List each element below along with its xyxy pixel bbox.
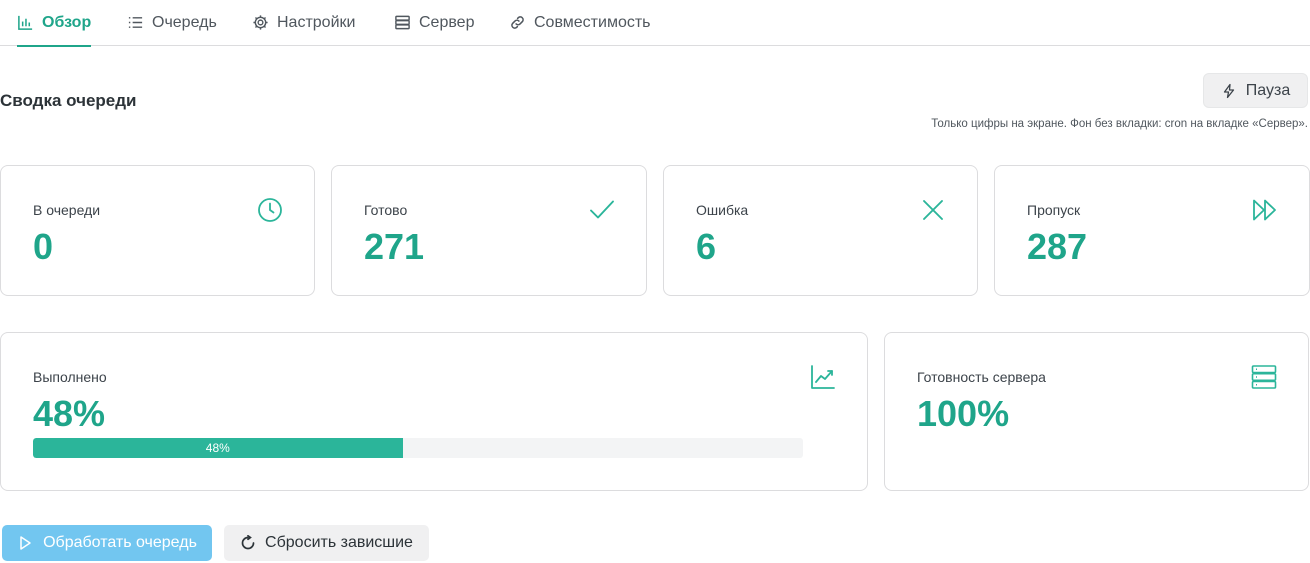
clock-icon <box>258 198 282 222</box>
pause-button[interactable]: Пауза <box>1203 73 1308 108</box>
tab-bar: Обзор Очередь Настройки Сервер Совместим… <box>0 0 1310 47</box>
tab-settings[interactable]: Настройки <box>252 0 355 45</box>
stat-card-queued: В очереди 0 <box>0 165 315 296</box>
tab-label: Сервер <box>419 13 475 31</box>
tab-label: Совместимость <box>534 13 651 31</box>
tab-compatibility[interactable]: Совместимость <box>509 0 651 45</box>
progress-bar-fill: 48% <box>33 438 403 458</box>
tab-overview[interactable]: Обзор <box>17 0 92 47</box>
progress-bar-text: 48% <box>205 441 230 455</box>
progress-label: Выполнено <box>33 369 107 385</box>
stat-label: Пропуск <box>1027 202 1081 218</box>
hint-text: Только цифры на экране. Фон без вкладки:… <box>931 118 1308 130</box>
refresh-icon <box>241 535 255 550</box>
progress-card: Выполнено 48% 48% <box>0 332 868 491</box>
server-readiness-label: Готовность сервера <box>917 369 1046 385</box>
list-icon <box>128 17 143 28</box>
process-queue-button[interactable]: Обработать очередь <box>2 525 212 561</box>
tab-label: Настройки <box>277 13 356 31</box>
server-icon <box>1251 365 1277 389</box>
server-icon <box>395 15 410 30</box>
gear-icon <box>253 15 268 30</box>
stat-value: 6 <box>696 226 717 267</box>
stat-value: 0 <box>33 226 54 267</box>
stat-value: 271 <box>364 226 425 267</box>
pause-label: Пауза <box>1245 81 1291 99</box>
bar-chart-icon <box>18 15 33 30</box>
link-icon <box>511 16 524 29</box>
stat-label: Готово <box>364 202 408 218</box>
check-icon <box>590 200 614 219</box>
stat-card-skipped: Пропуск 287 <box>994 165 1310 296</box>
process-queue-label: Обработать очередь <box>43 534 197 551</box>
trend-chart-icon <box>811 365 835 389</box>
tab-label: Обзор <box>42 13 92 31</box>
progress-value: 48% <box>33 393 106 434</box>
progress-bar: 48% <box>33 438 803 458</box>
reset-stuck-label: Сбросить зависшие <box>265 534 413 551</box>
tab-label: Очередь <box>152 13 217 31</box>
stat-card-error: Ошибка 6 <box>663 165 978 296</box>
stat-label: Ошибка <box>696 202 749 218</box>
stat-label: В очереди <box>33 202 101 218</box>
stat-value: 287 <box>1027 226 1088 267</box>
tab-server[interactable]: Сервер <box>394 0 474 45</box>
fast-forward-icon <box>1253 199 1276 221</box>
tab-queue[interactable]: Очередь <box>127 0 217 45</box>
server-readiness-card: Готовность сервера 100% <box>884 332 1309 491</box>
reset-stuck-button[interactable]: Сбросить зависшие <box>224 525 429 561</box>
lightning-icon <box>1223 83 1234 98</box>
play-icon <box>20 536 31 550</box>
page-title: Сводка очереди <box>0 91 137 110</box>
stat-card-done: Готово 271 <box>331 165 647 296</box>
x-icon <box>923 200 943 220</box>
server-readiness-value: 100% <box>917 393 1010 434</box>
